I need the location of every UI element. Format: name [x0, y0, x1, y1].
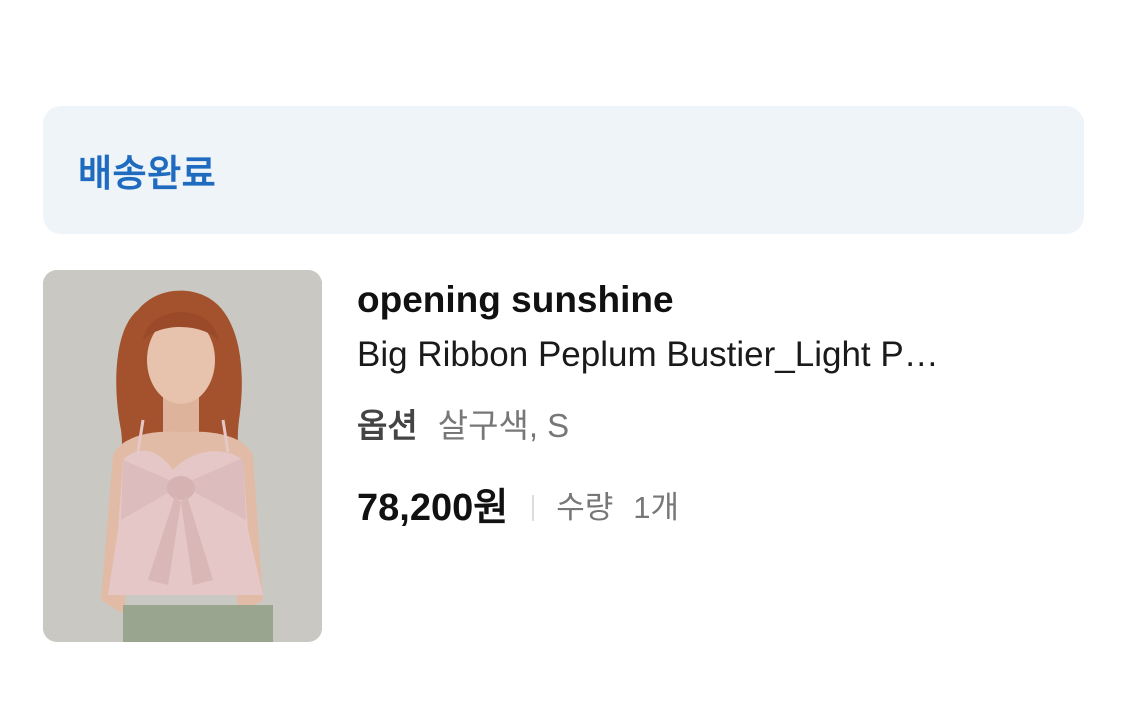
delivery-status-banner: 배송완료 [43, 106, 1084, 234]
product-thumbnail[interactable] [43, 270, 322, 642]
option-label: 옵션 [357, 407, 418, 444]
quantity-value: 1개 [633, 490, 679, 525]
price-row: 78,200원 수량 1개 [357, 486, 1047, 530]
product-info: opening sunshine Big Ribbon Peplum Busti… [357, 278, 1047, 530]
option-value: 살구색, S [437, 407, 570, 444]
product-photo-icon [43, 270, 322, 642]
option-row: 옵션 살구색, S [357, 406, 1047, 446]
price: 78,200원 [357, 487, 509, 529]
delivery-status-text: 배송완료 [78, 153, 217, 194]
divider [532, 495, 535, 521]
quantity-label: 수량 [556, 490, 614, 525]
product-name[interactable]: Big Ribbon Peplum Bustier_Light P… [357, 334, 1025, 376]
brand-name[interactable]: opening sunshine [357, 278, 1047, 322]
order-item-page: 배송완료 opening sunshine Big Ribbon Peplum … [0, 0, 1125, 727]
